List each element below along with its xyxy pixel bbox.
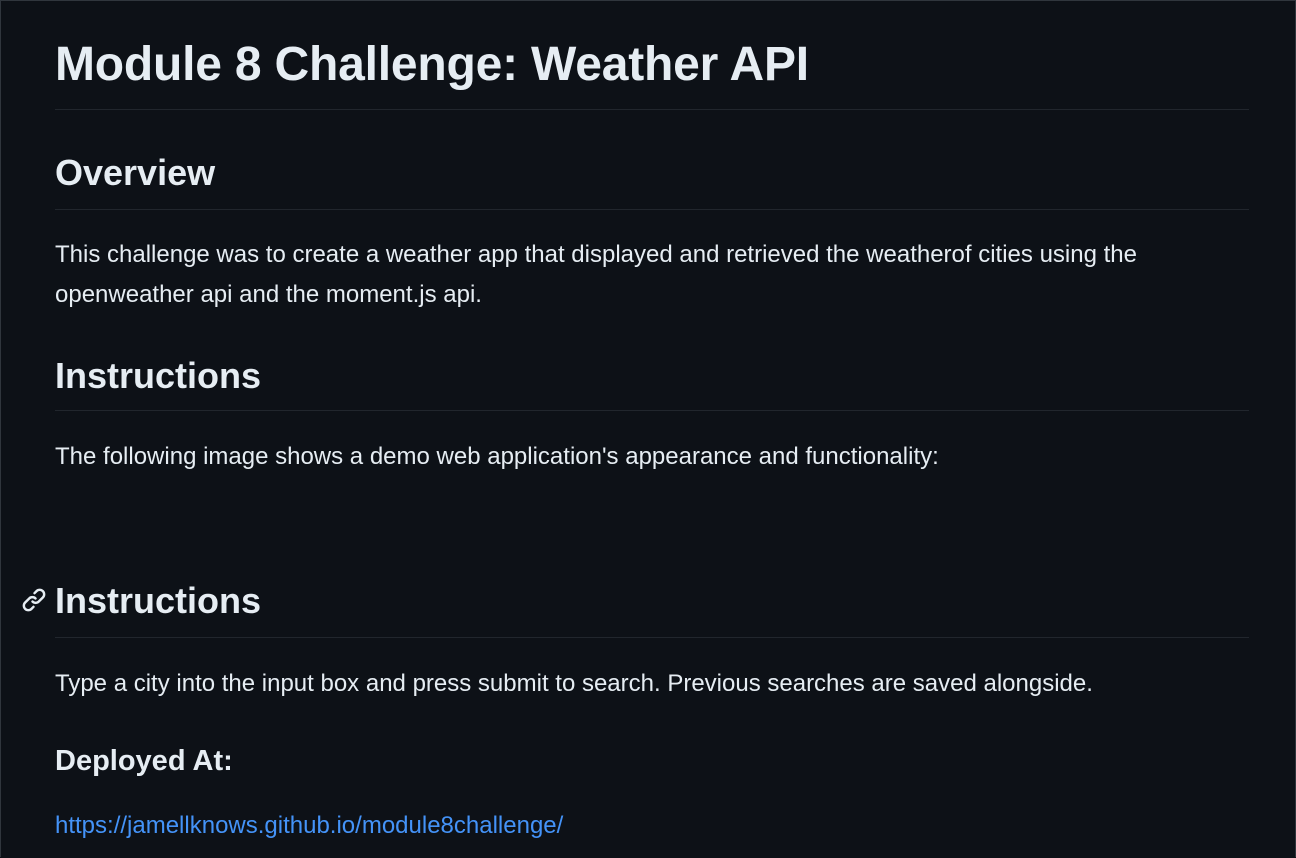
deployed-link[interactable]: https://jamellknows.github.io/module8cha…: [55, 806, 563, 846]
instructions-heading: Instructions: [55, 355, 262, 396]
overview-divider: [55, 209, 1249, 210]
link-icon[interactable]: [21, 587, 47, 613]
page-title: Module 8 Challenge: Weather API: [55, 38, 809, 91]
instructions-heading-row: Instructions: [22, 579, 1249, 623]
title-divider: [55, 109, 1249, 110]
overview-heading: Overview: [55, 152, 216, 193]
deployed-heading: Deployed At:: [55, 745, 233, 777]
readme-viewport: Module 8 Challenge: Weather API Overview…: [0, 0, 1296, 857]
instructions-heading-2: Instructions: [55, 580, 262, 621]
overview-text-line-1: This challenge was to create a weather a…: [55, 241, 1137, 268]
instructions-divider: [55, 410, 1249, 411]
instructions-text: The following image shows a demo web app…: [55, 443, 939, 470]
overview-text-line-2: openweather api and the moment.js api.: [55, 281, 482, 308]
usage-text: Type a city into the input box and press…: [55, 670, 1093, 697]
instructions-divider-2: [55, 637, 1249, 638]
